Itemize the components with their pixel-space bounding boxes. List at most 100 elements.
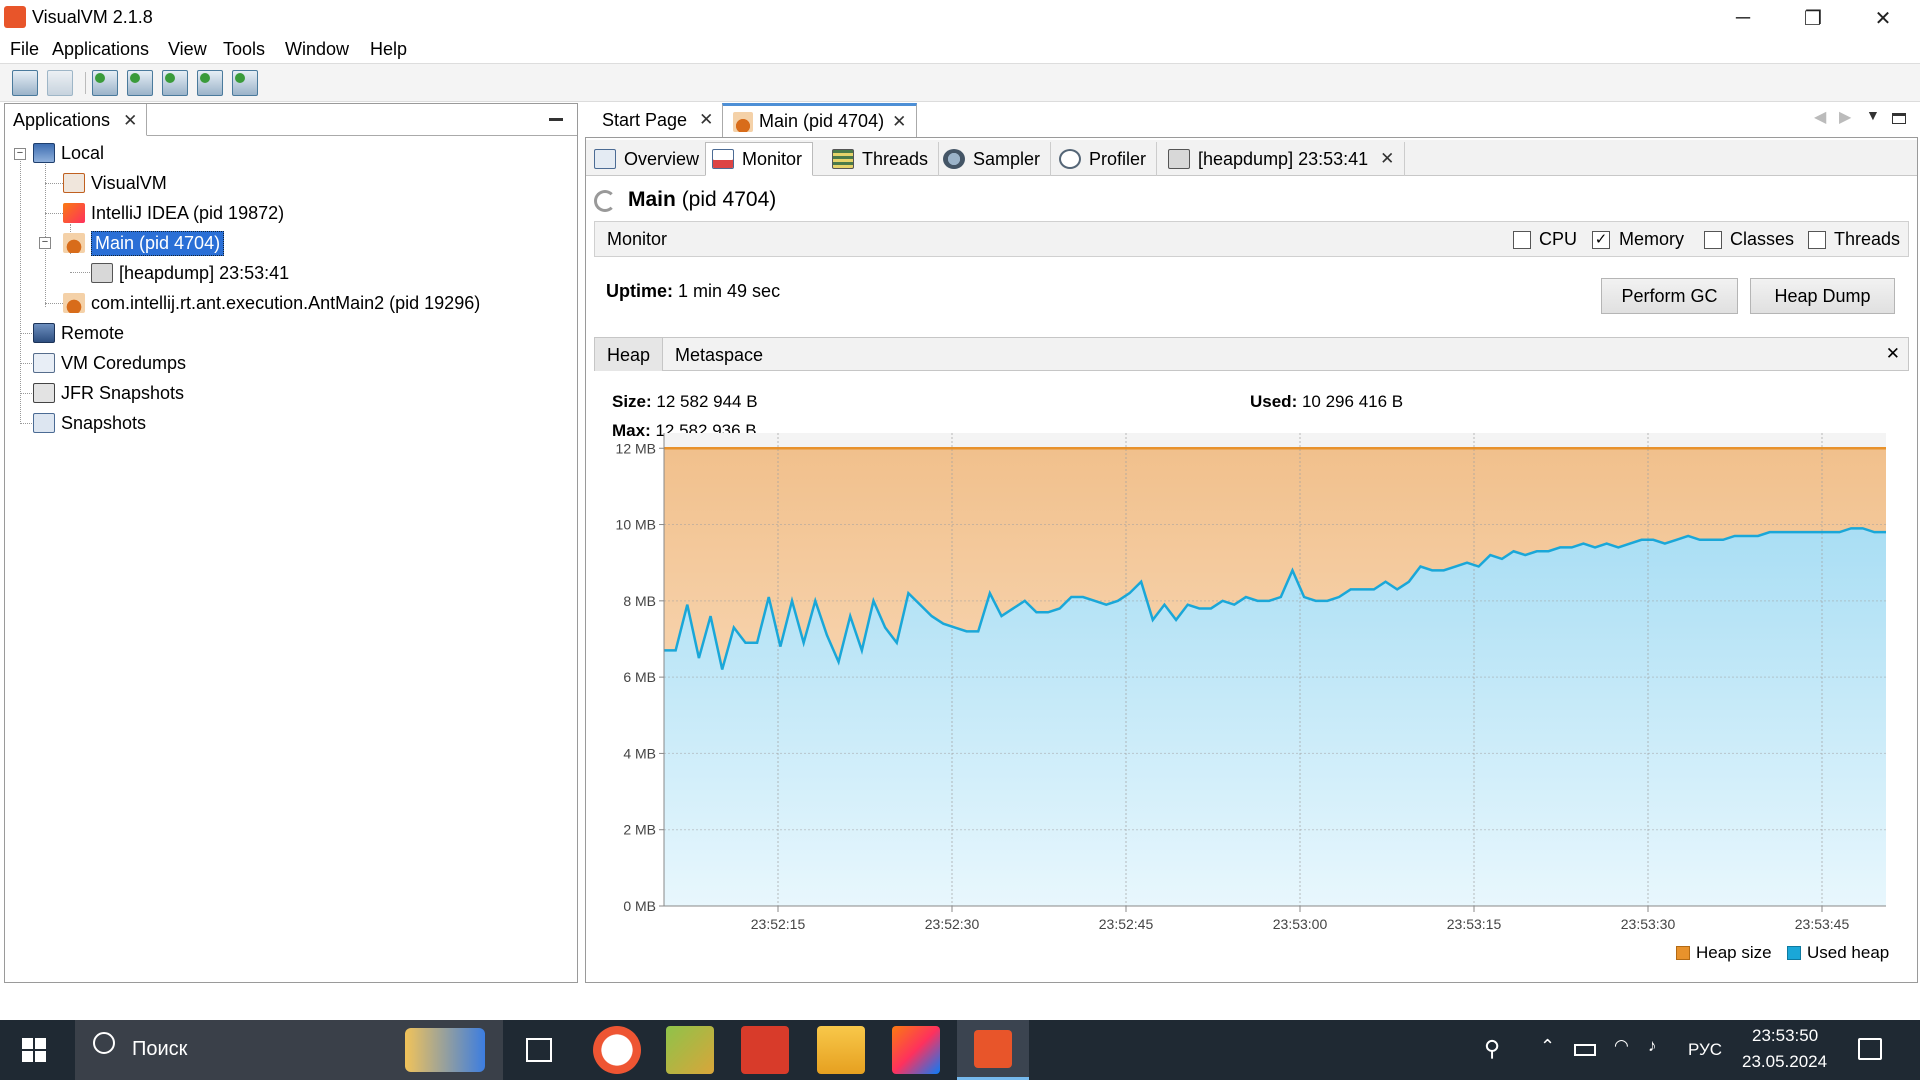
windows-start-icon[interactable] [22, 1038, 46, 1062]
tree-item-label: Remote [61, 322, 125, 343]
maximize-window-icon[interactable] [1892, 113, 1906, 124]
menu-help[interactable]: Help [370, 39, 407, 60]
search-icon [93, 1032, 115, 1054]
tree-item-local[interactable]: Local [33, 140, 104, 166]
scroll-left-icon[interactable]: ◀ [1814, 107, 1826, 127]
clock-time[interactable]: 23:53:50 [1752, 1026, 1818, 1046]
menu-bar: File Applications View Tools Window Help [0, 36, 1920, 64]
windows-taskbar: Поиск ⚲ ⌃ ◠ ♪ РУС 23:53:50 23.05.2024 [0, 1020, 1920, 1080]
file-explorer-icon[interactable] [817, 1026, 865, 1074]
tree-line [45, 303, 63, 304]
tree-line [20, 154, 21, 424]
minimize-button[interactable]: ─ [1708, 0, 1778, 36]
wps-office-icon[interactable] [741, 1026, 789, 1074]
menu-file[interactable]: File [10, 39, 39, 60]
maximize-button[interactable]: ❐ [1778, 0, 1848, 36]
volume-icon[interactable]: ♪ [1648, 1036, 1657, 1056]
tree-item-jfr[interactable]: JFR Snapshots [33, 380, 184, 406]
collapse-local-icon[interactable]: − [14, 148, 26, 160]
tree-item-label: VM Coredumps [61, 352, 187, 373]
tree-item-label: IntelliJ IDEA (pid 19872) [91, 202, 285, 223]
y-tick-label: 2 MB [623, 822, 656, 838]
java-process-icon [63, 293, 85, 313]
tree-line [45, 154, 46, 307]
close-icon[interactable]: ✕ [892, 112, 906, 132]
taskbar-search-box[interactable]: Поиск [75, 1020, 503, 1080]
tree-item-antmain[interactable]: com.intellij.rt.ant.execution.AntMain2 (… [63, 290, 480, 316]
y-tick-label: 10 MB [616, 517, 656, 533]
intellij-icon [63, 203, 85, 223]
people-icon[interactable]: ⚲ [1484, 1036, 1500, 1062]
x-tick-label: 23:53:30 [1621, 916, 1676, 932]
computer-icon [33, 143, 55, 163]
yandex-browser-icon[interactable] [593, 1026, 641, 1074]
applications-tab[interactable]: Applications ✕ [5, 104, 147, 136]
tab-main[interactable]: Main (pid 4704) ✕ [722, 103, 918, 137]
battery-icon[interactable] [1574, 1044, 1596, 1056]
notepad-app-icon[interactable] [666, 1026, 714, 1074]
chevron-up-icon[interactable]: ⌃ [1540, 1036, 1555, 1057]
tab-start-page[interactable]: Start Page ✕ [592, 103, 723, 137]
tree-item-visualvm[interactable]: VisualVM [63, 170, 167, 196]
y-tick-label: 8 MB [623, 593, 656, 609]
language-indicator[interactable]: РУС [1688, 1040, 1722, 1060]
legend-heap-size-swatch [1676, 946, 1690, 960]
java-process-icon [63, 233, 85, 253]
tree-item-heapdump[interactable]: [heapdump] 23:53:41 [91, 260, 289, 286]
notifications-icon[interactable] [1858, 1038, 1882, 1060]
heap-chart: 23:52:15 23:52:30 23:52:45 23:53:00 23:53:15… [616, 433, 1886, 932]
compare-snapshots-icon[interactable] [232, 70, 258, 96]
tree-item-coredumps[interactable]: VM Coredumps [33, 350, 186, 376]
intellij-idea-icon[interactable] [892, 1026, 940, 1074]
wifi-icon[interactable]: ◠ [1614, 1036, 1629, 1056]
tree-line [70, 272, 90, 273]
collapse-main-icon[interactable]: − [39, 237, 51, 249]
add-snapshot-icon[interactable] [162, 70, 188, 96]
tree-item-snapshots[interactable]: Snapshots [33, 410, 146, 436]
title-bar: VisualVM 2.1.8 ─ ❐ ✕ [0, 0, 1920, 36]
tree-item-main[interactable]: Main (pid 4704) [63, 230, 225, 256]
visualvm-taskbar-button[interactable] [957, 1020, 1029, 1080]
tree-item-remote[interactable]: Remote [33, 320, 124, 346]
close-icon[interactable]: ✕ [699, 110, 713, 130]
load-snapshot-icon[interactable] [197, 70, 223, 96]
minimize-panel-icon[interactable] [549, 118, 563, 121]
open-file-icon[interactable] [12, 70, 38, 96]
x-tick-label: 23:52:30 [925, 916, 980, 932]
tab-list-dropdown-icon[interactable]: ▼ [1866, 107, 1880, 123]
tree-item-intellij[interactable]: IntelliJ IDEA (pid 19872) [63, 200, 284, 226]
tree-item-label: JFR Snapshots [61, 382, 185, 403]
task-view-icon[interactable] [526, 1038, 552, 1062]
save-icon[interactable] [47, 70, 73, 96]
x-tick-label: 23:52:15 [751, 916, 806, 932]
menu-window[interactable]: Window [285, 39, 349, 60]
remote-host-icon [33, 323, 55, 343]
add-jmx-connection-icon[interactable] [127, 70, 153, 96]
coredump-icon [33, 353, 55, 373]
clock-date[interactable]: 23.05.2024 [1742, 1052, 1827, 1072]
tree-line [45, 213, 63, 214]
legend-used-heap-swatch [1787, 946, 1801, 960]
tree-item-label: Snapshots [61, 412, 147, 433]
heapdump-icon [91, 263, 113, 283]
search-placeholder: Поиск [132, 1038, 188, 1060]
toolbar-separator [85, 72, 86, 94]
close-button[interactable]: ✕ [1848, 0, 1918, 36]
applications-tab-label: Applications [13, 110, 111, 130]
visualvm-app-icon [4, 6, 26, 28]
y-tick-label: 12 MB [616, 440, 656, 456]
add-remote-host-icon[interactable] [92, 70, 118, 96]
main-process-panel: Overview Monitor Threads Sampler Profile… [585, 137, 1918, 983]
window-title: VisualVM 2.1.8 [32, 7, 153, 27]
y-tick-label: 0 MB [623, 898, 656, 914]
search-highlight-image [405, 1028, 485, 1072]
menu-applications[interactable]: Applications [52, 39, 149, 60]
legend-used-heap: Used heap [1807, 943, 1890, 962]
tab-underline [147, 135, 577, 136]
menu-view[interactable]: View [168, 39, 207, 60]
close-icon[interactable]: ✕ [123, 111, 137, 130]
tree-item-label: VisualVM [91, 172, 167, 193]
menu-tools[interactable]: Tools [223, 39, 265, 60]
tree-item-label: Main (pid 4704) [91, 230, 225, 256]
scroll-right-icon[interactable]: ▶ [1839, 107, 1851, 127]
